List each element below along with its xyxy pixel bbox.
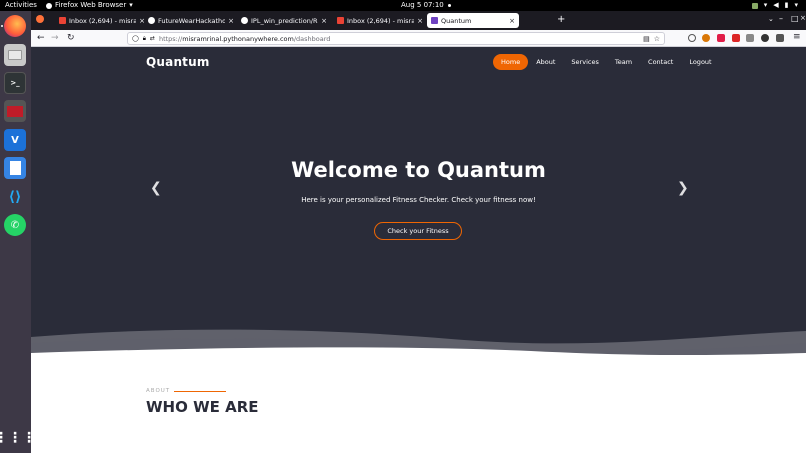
battery-icon: ▮ <box>784 1 789 9</box>
files-icon[interactable] <box>4 44 26 66</box>
whatsapp-icon[interactable]: ✆ <box>4 214 26 236</box>
system-tray[interactable]: ▾ ◀ ▮ ▾ <box>751 0 798 11</box>
carousel-next-icon[interactable]: ❯ <box>677 180 689 196</box>
minimize-icon[interactable]: – <box>779 14 783 23</box>
app-menu[interactable]: Firefox Web Browser ▾ <box>46 0 133 11</box>
power-menu-icon: ▾ <box>794 1 798 9</box>
bookmark-star-icon[interactable]: ☆ <box>654 35 660 43</box>
reader-view-icon[interactable]: ▤ <box>643 35 650 43</box>
about-kicker-label: ABOUT <box>146 388 171 394</box>
notification-dot-icon <box>447 4 451 7</box>
bootstrap-icon <box>431 17 438 24</box>
tab-inbox-2[interactable]: Inbox (2,694) - misramrinal × <box>333 13 427 28</box>
permissions-icon[interactable]: ⇄ <box>150 35 155 42</box>
firefox-icon[interactable] <box>4 15 26 37</box>
navigation-toolbar: ← → ↻ ◯ 🔒︎ ⇄ https://misramrinal.pythona… <box>31 30 806 47</box>
system-top-bar: Activities Firefox Web Browser ▾ Aug 5 0… <box>0 0 806 11</box>
check-fitness-button[interactable]: Check your Fitness <box>374 222 462 240</box>
list-all-tabs-icon[interactable]: ⌄ <box>768 15 774 23</box>
screen-recorder-icon[interactable] <box>4 100 26 122</box>
url-path: /dashboard <box>293 34 331 43</box>
url-text: https://misramrinal.pythonanywhere.com/d… <box>159 35 330 43</box>
extension-icon[interactable] <box>746 34 754 42</box>
url-protocol: https:// <box>158 34 183 43</box>
hero-title: Welcome to Quantum <box>291 158 546 182</box>
hero-waves <box>31 329 806 365</box>
web-page: Quantum Home About Services Team Contact… <box>31 47 806 453</box>
terminal-icon[interactable]: >_ <box>4 72 26 94</box>
nav-contact[interactable]: Contact <box>640 54 681 70</box>
clock-label: Aug 5 07:10 <box>401 1 444 9</box>
hero-subtitle: Here is your personalized Fitness Checke… <box>301 196 536 204</box>
volume-icon: ◀ <box>773 1 779 9</box>
close-window-icon[interactable]: × <box>800 14 806 22</box>
text-editor-icon[interactable] <box>4 157 26 179</box>
gmail-icon <box>59 17 66 24</box>
url-host: misramrinal.pythonanywhere.com <box>182 34 294 43</box>
extension-icon[interactable] <box>702 34 710 42</box>
pdf-extension-icon[interactable] <box>732 34 740 42</box>
wifi-icon: ▾ <box>763 1 768 9</box>
maximize-icon[interactable]: □ <box>791 14 799 23</box>
kicker-divider <box>174 390 227 392</box>
activities-button[interactable]: Activities <box>5 0 37 11</box>
extension-icon[interactable] <box>761 34 769 42</box>
tab-title: IPL_win_prediction/REA <box>251 16 318 25</box>
nav-home[interactable]: Home <box>493 54 529 70</box>
virtualbox-icon[interactable]: V <box>4 129 26 151</box>
ublock-icon[interactable] <box>717 34 725 42</box>
show-apps-icon[interactable]: ⋮⋮⋮ <box>0 427 36 449</box>
github-icon <box>241 17 248 24</box>
about-title: WHO WE ARE <box>146 398 259 416</box>
about-kicker: ABOUT <box>146 388 227 394</box>
lock-icon[interactable]: 🔒︎ <box>143 35 146 43</box>
browser-tab-bar: Inbox (2,694) - misramrinal@ × FutureWea… <box>31 11 806 30</box>
nav-about[interactable]: About <box>528 54 563 70</box>
site-nav: Home About Services Team Contact Logout <box>493 54 720 70</box>
chevron-down-icon: ▾ <box>129 1 133 9</box>
close-icon[interactable]: × <box>509 17 515 25</box>
tab-title: FutureWearHackathon/R <box>158 16 226 25</box>
shield-icon[interactable]: ◯ <box>132 35 139 42</box>
pocket-icon[interactable] <box>688 34 696 42</box>
hamburger-menu-icon[interactable]: ≡ <box>793 31 801 43</box>
site-logo[interactable]: Quantum <box>146 55 210 69</box>
firefox-view-icon[interactable] <box>36 15 44 23</box>
tab-futurewear[interactable]: FutureWearHackathon/R × <box>144 13 238 28</box>
nav-logout[interactable]: Logout <box>681 54 719 70</box>
new-tab-button[interactable]: + <box>557 14 565 25</box>
close-icon[interactable]: × <box>417 17 423 25</box>
tab-title: Quantum <box>441 16 472 25</box>
extensions-puzzle-icon[interactable] <box>776 34 784 42</box>
app-menu-label: Firefox Web Browser <box>55 1 127 9</box>
running-indicator <box>1 25 3 27</box>
clock[interactable]: Aug 5 07:10 <box>401 0 451 11</box>
tab-ipl[interactable]: IPL_win_prediction/REA × <box>237 13 331 28</box>
app-indicator-icon <box>751 2 758 9</box>
gmail-icon <box>337 17 344 24</box>
url-bar[interactable]: ◯ 🔒︎ ⇄ https://misramrinal.pythonanywher… <box>127 32 665 45</box>
close-icon[interactable]: × <box>228 17 234 25</box>
tab-title: Inbox (2,694) - misramrinal <box>347 16 415 25</box>
firefox-small-icon <box>46 2 52 9</box>
github-icon <box>148 17 155 24</box>
dock: >_ V ⟨⟩ ✆ ⋮⋮⋮ <box>0 11 36 453</box>
tab-inbox-1[interactable]: Inbox (2,694) - misramrinal@ × <box>55 13 149 28</box>
nav-services[interactable]: Services <box>563 54 606 70</box>
hero-section: Quantum Home About Services Team Contact… <box>31 47 806 357</box>
tab-title: Inbox (2,694) - misramrinal@ <box>69 16 137 25</box>
vscode-icon[interactable]: ⟨⟩ <box>4 186 26 208</box>
reload-icon[interactable]: ↻ <box>67 32 75 44</box>
carousel-prev-icon[interactable]: ❮ <box>150 180 162 196</box>
tab-quantum[interactable]: Quantum × <box>427 13 519 28</box>
close-icon[interactable]: × <box>321 17 327 25</box>
back-icon[interactable]: ← <box>37 32 45 44</box>
forward-icon[interactable]: → <box>51 32 59 44</box>
nav-team[interactable]: Team <box>607 54 640 70</box>
